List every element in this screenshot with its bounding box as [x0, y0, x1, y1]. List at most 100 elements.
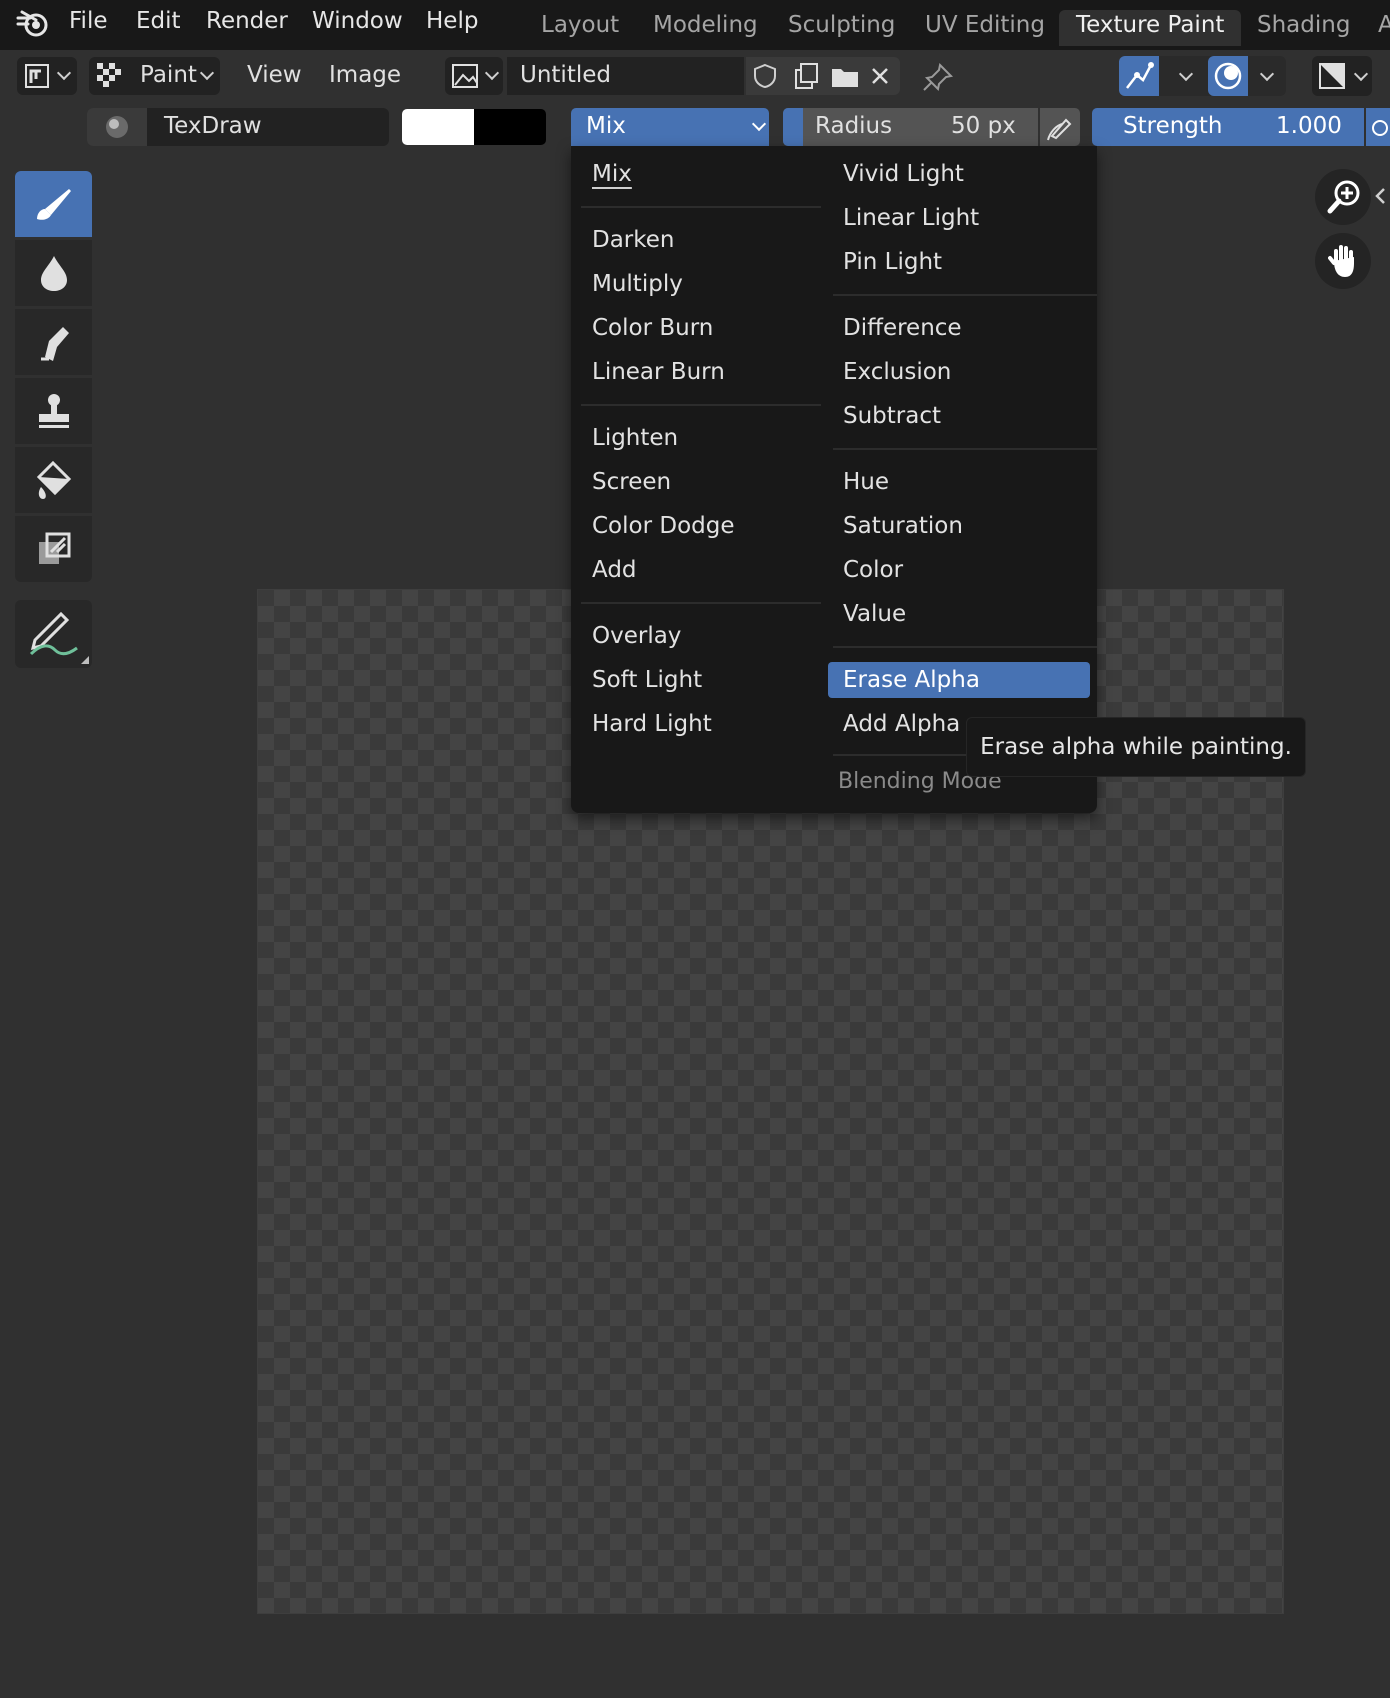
blend-option-value[interactable]: Value — [843, 596, 906, 632]
blend-option-overlay[interactable]: Overlay — [592, 618, 681, 654]
blend-option-linear-burn[interactable]: Linear Burn — [592, 354, 725, 390]
blend-option-add-alpha[interactable]: Add Alpha — [843, 706, 960, 742]
curve-mapping-icon — [1126, 62, 1154, 89]
blend-option-add[interactable]: Add — [592, 552, 637, 588]
blend-option-soft-light[interactable]: Soft Light — [592, 662, 702, 698]
brush-selector[interactable]: TexDraw — [87, 108, 389, 146]
blend-option-screen[interactable]: Screen — [592, 464, 671, 500]
new-image-icon[interactable] — [792, 62, 820, 90]
sidebar-toggle-icon[interactable] — [1374, 187, 1386, 205]
chevron-down-icon — [751, 116, 767, 132]
tab-shading[interactable]: Shading — [1257, 12, 1350, 38]
display-channels-dropdown[interactable] — [1312, 56, 1372, 96]
menu-window[interactable]: Window — [312, 8, 403, 34]
separator — [581, 602, 821, 604]
annotate-pencil-icon — [29, 611, 78, 656]
mode-label: Paint — [140, 62, 197, 88]
tab-overflow[interactable]: A — [1378, 12, 1390, 38]
primary-color-swatch[interactable] — [402, 109, 474, 145]
strength-value: 1.000 — [1276, 113, 1342, 139]
strength-slider[interactable]: Strength 1.000 — [1092, 108, 1364, 146]
zoom-button[interactable] — [1315, 169, 1371, 225]
tab-uv-editing[interactable]: UV Editing — [925, 12, 1045, 38]
tab-modeling[interactable]: Modeling — [653, 12, 758, 38]
menu-render[interactable]: Render — [206, 8, 288, 34]
tab-texture-paint[interactable]: Texture Paint — [1059, 10, 1242, 46]
close-icon[interactable] — [870, 66, 890, 86]
smear-tool[interactable] — [15, 309, 92, 375]
corner-expand-icon — [81, 656, 89, 664]
blend-option-hard-light[interactable]: Hard Light — [592, 706, 712, 742]
blur-drop-icon — [41, 256, 67, 291]
pen-pressure-icon — [1372, 120, 1388, 136]
menu-view[interactable]: View — [247, 62, 302, 88]
blend-option-difference[interactable]: Difference — [843, 310, 962, 346]
strength-label: Strength — [1123, 113, 1223, 139]
editor-header: Paint View Image Untitled — [0, 50, 1390, 104]
browse-image-button[interactable] — [445, 57, 503, 95]
checker-paint-icon — [97, 63, 121, 87]
blend-option-saturation[interactable]: Saturation — [843, 508, 963, 544]
soften-tool[interactable] — [15, 240, 92, 306]
chevron-down-icon — [1259, 66, 1275, 82]
uv-sync-toggle[interactable] — [1119, 56, 1159, 96]
pin-icon[interactable] — [922, 62, 954, 92]
pan-button[interactable] — [1315, 233, 1371, 289]
mode-dropdown[interactable]: Paint — [89, 57, 220, 95]
separator — [833, 448, 1097, 450]
tab-sculpting[interactable]: Sculpting — [788, 12, 895, 38]
image-name-field[interactable]: Untitled — [507, 57, 744, 95]
blend-option-pin-light[interactable]: Pin Light — [843, 244, 942, 280]
secondary-color-swatch[interactable] — [474, 109, 546, 145]
menu-help[interactable]: Help — [426, 8, 478, 34]
separator — [581, 404, 821, 406]
blend-option-hue[interactable]: Hue — [843, 464, 889, 500]
menu-image[interactable]: Image — [329, 62, 401, 88]
brush-preview-button[interactable] — [87, 108, 147, 146]
blend-mode-dropdown[interactable]: Mix — [571, 108, 769, 146]
tab-layout[interactable]: Layout — [541, 12, 619, 38]
tool-settings-bar: TexDraw Mix Radius 50 px Strength 1.000 — [0, 104, 1390, 150]
mask-tool[interactable] — [15, 516, 92, 582]
menu-file[interactable]: File — [69, 8, 108, 34]
strength-pressure-toggle[interactable] — [1366, 108, 1390, 146]
radius-value: 50 px — [951, 113, 1016, 139]
overlay-toggle[interactable] — [1208, 56, 1248, 96]
blend-option-multiply[interactable]: Multiply — [592, 266, 683, 302]
blender-logo-icon[interactable] — [16, 8, 50, 38]
smear-icon — [41, 327, 69, 361]
overlay-dropdown[interactable] — [1208, 56, 1286, 96]
open-folder-icon[interactable] — [830, 63, 860, 89]
annotate-tool[interactable] — [15, 600, 92, 668]
shield-fake-user-icon[interactable] — [752, 63, 778, 89]
separator — [833, 646, 1097, 648]
editor-type-button[interactable] — [17, 57, 77, 95]
blend-option-color-dodge[interactable]: Color Dodge — [592, 508, 735, 544]
blend-option-vivid-light[interactable]: Vivid Light — [843, 156, 964, 192]
radius-fill — [783, 108, 803, 146]
blend-option-color[interactable]: Color — [843, 552, 903, 588]
blend-option-linear-light[interactable]: Linear Light — [843, 200, 979, 236]
brush-sphere-icon — [106, 116, 128, 138]
blend-option-color-burn[interactable]: Color Burn — [592, 310, 713, 346]
brush-tool[interactable] — [15, 171, 92, 237]
blend-option-exclusion[interactable]: Exclusion — [843, 354, 951, 390]
blend-option-erase-alpha[interactable]: Erase Alpha — [828, 662, 1090, 698]
blend-option-lighten[interactable]: Lighten — [592, 420, 678, 456]
separator — [581, 206, 821, 208]
fill-tool[interactable] — [15, 447, 92, 513]
radius-pressure-toggle[interactable] — [1040, 108, 1080, 146]
menu-edit[interactable]: Edit — [136, 8, 181, 34]
clone-tool[interactable] — [15, 378, 92, 444]
chevron-down-icon — [484, 65, 500, 81]
image-actions — [746, 57, 900, 95]
brush-icon — [37, 189, 71, 220]
stamp-icon — [39, 394, 69, 428]
mask-icon — [39, 532, 71, 564]
blend-mode-menu: Mix Darken Multiply Color Burn Linear Bu… — [571, 146, 1097, 813]
blend-option-subtract[interactable]: Subtract — [843, 398, 941, 434]
blend-option-mix[interactable]: Mix — [592, 156, 632, 192]
blend-option-darken[interactable]: Darken — [592, 222, 675, 258]
fill-bucket-icon — [36, 460, 72, 499]
radius-slider[interactable]: Radius 50 px — [783, 108, 1038, 146]
